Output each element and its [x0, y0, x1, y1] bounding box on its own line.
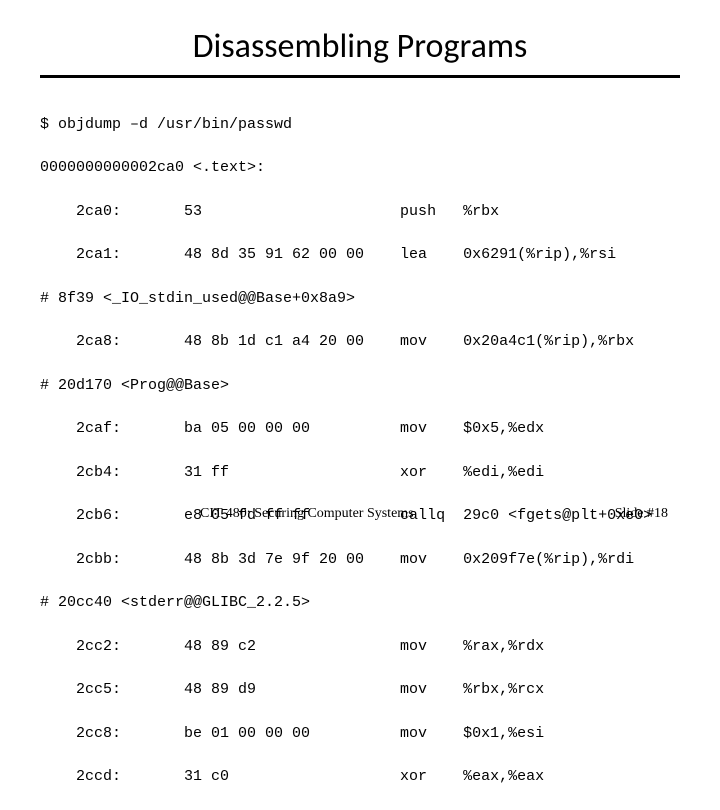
code-line: # 8f39 <_IO_stdin_used@@Base+0x8a9>	[40, 288, 680, 310]
code-line: 2caf: ba 05 00 00 00 mov $0x5,%edx	[40, 418, 680, 440]
slide-title: Disassembling Programs	[40, 26, 680, 67]
code-block: $ objdump –d /usr/bin/passwd 00000000000…	[40, 92, 680, 810]
code-line: 2ccd: 31 c0 xor %eax,%eax	[40, 766, 680, 788]
code-line: 2cb4: 31 ff xor %edi,%edi	[40, 462, 680, 484]
footer-left: CIT 480: Securing Computer Systems	[200, 506, 414, 522]
code-line: 2ca1: 48 8d 35 91 62 00 00 lea 0x6291(%r…	[40, 244, 680, 266]
footer-right: Slide #18	[615, 506, 668, 522]
code-line: 2cc5: 48 89 d9 mov %rbx,%rcx	[40, 679, 680, 701]
code-line: 2cc2: 48 89 c2 mov %rax,%rdx	[40, 636, 680, 658]
code-line: 2cc8: be 01 00 00 00 mov $0x1,%esi	[40, 723, 680, 745]
code-line: # 20d170 <Prog@@Base>	[40, 375, 680, 397]
code-line: 2cbb: 48 8b 3d 7e 9f 20 00 mov 0x209f7e(…	[40, 549, 680, 571]
code-line: 2ca0: 53 push %rbx	[40, 201, 680, 223]
code-line: $ objdump –d /usr/bin/passwd	[40, 114, 680, 136]
code-line: 0000000000002ca0 <.text>:	[40, 157, 680, 179]
code-line: # 20cc40 <stderr@@GLIBC_2.2.5>	[40, 592, 680, 614]
slide-footer: CIT 480: Securing Computer Systems Slide…	[0, 506, 720, 522]
code-line: 2ca8: 48 8b 1d c1 a4 20 00 mov 0x20a4c1(…	[40, 331, 680, 353]
title-divider	[40, 75, 680, 78]
